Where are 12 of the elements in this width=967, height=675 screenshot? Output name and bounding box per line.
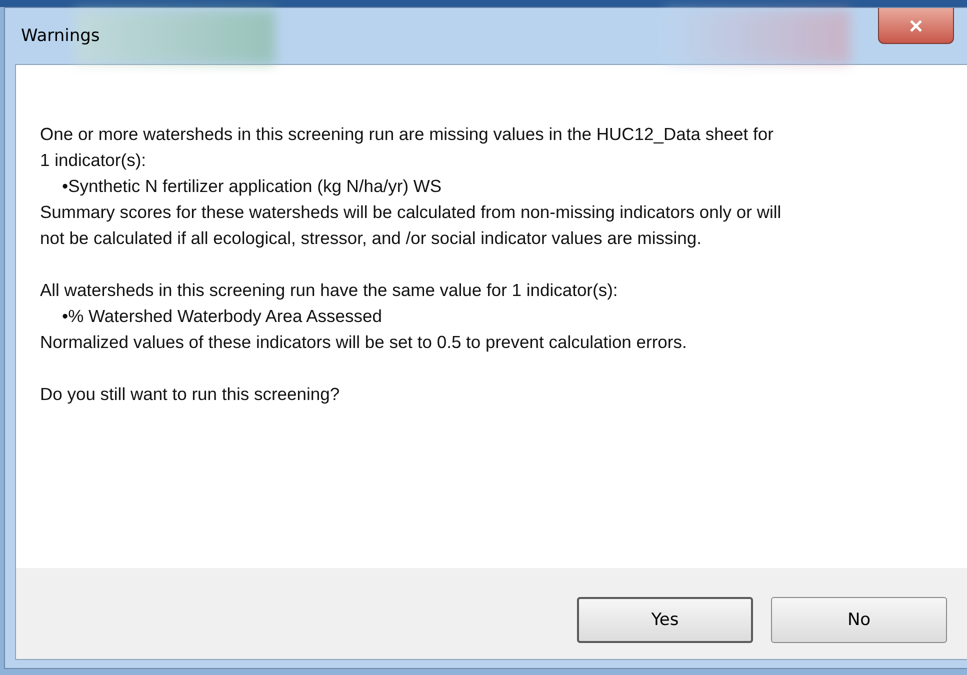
close-icon [909,20,923,32]
message-text: All watersheds in this screening run have the same value for 1 indicator(s): [40,279,619,302]
close-button[interactable] [878,8,954,44]
window-title: Warnings [20,26,100,46]
message-text: Normalized values of these indicators will be set to 0.5 to prevent calculation errors. [40,331,688,354]
bullet-item: •Synthetic N fertilizer application (kg N/ha/yr) WS [61,175,443,198]
dialog-button[interactable]: No [771,596,947,642]
bullet-item: •% Watershed Waterbody Area Assessed [61,305,383,328]
message-text: Summary scores for these watersheds will be calculated from non-missing indicators only or will not be calculated if all ecological, stressor, and /or social indicator values are missing. [40,201,782,250]
dialog-button[interactable]: Yes [577,596,753,642]
message-text: Do you still want to run this screening? [40,383,341,406]
message-text: One or more watersheds in this screening run are missing values in the HUC12_Data sheet for 1 indicator(s): [40,123,774,172]
